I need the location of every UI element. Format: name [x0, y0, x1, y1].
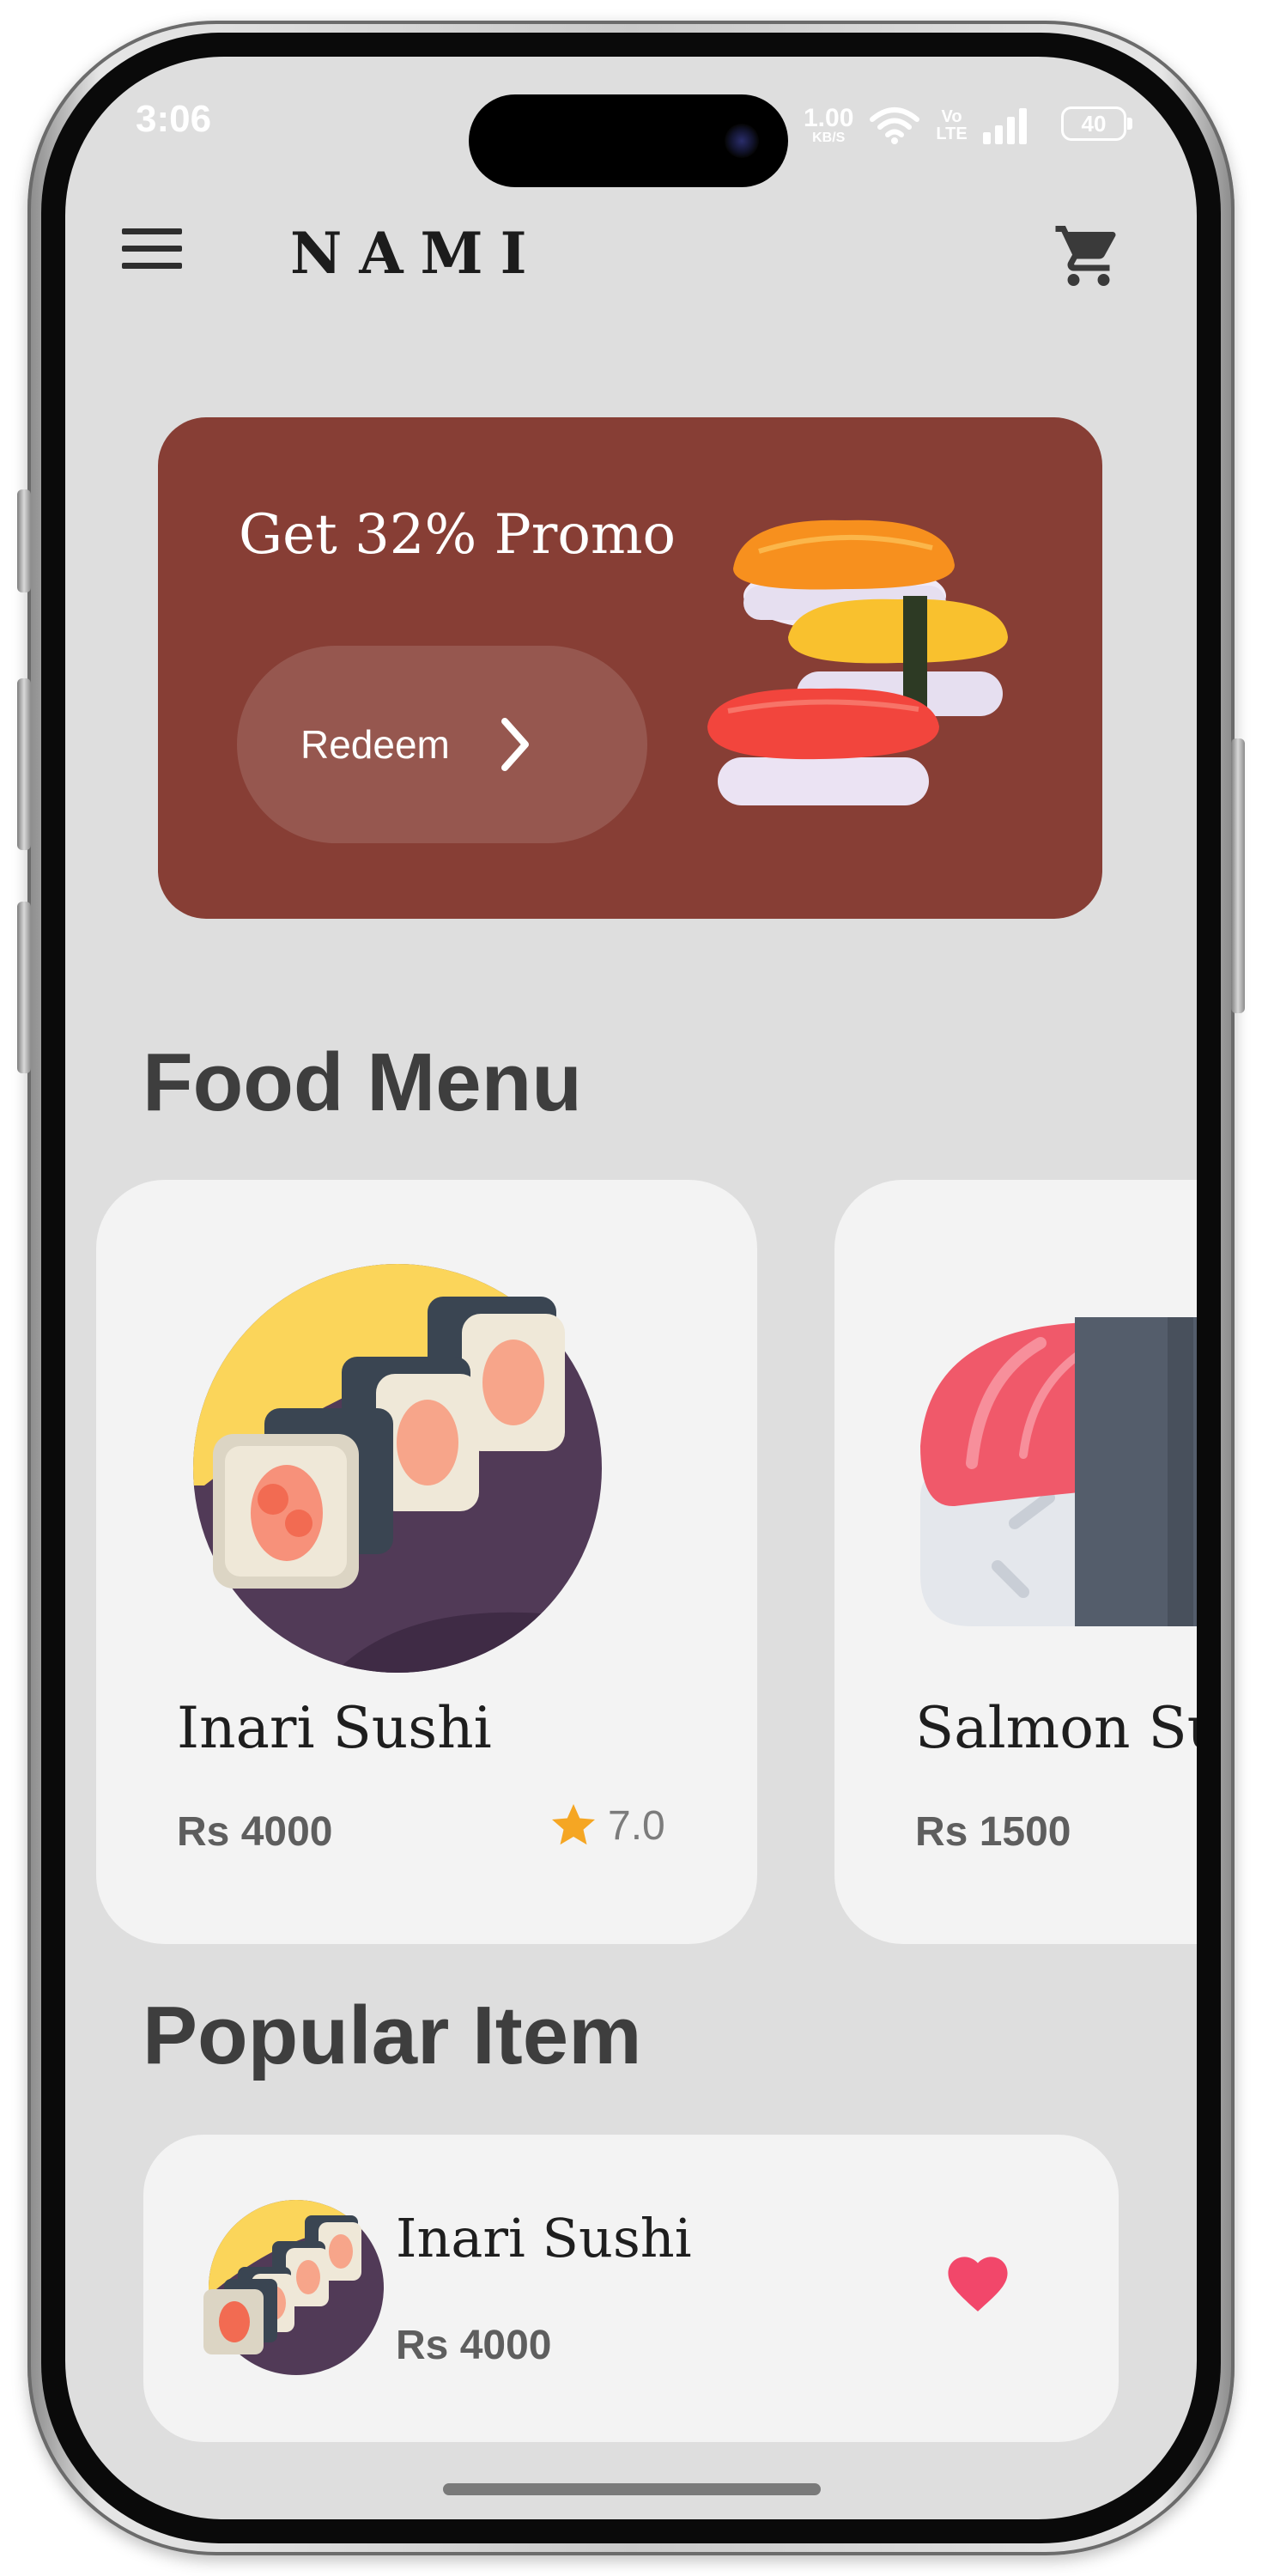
- food-card-price: Rs 4000: [177, 1809, 333, 1855]
- star-icon: [552, 1804, 595, 1845]
- food-card-price: Rs 1500: [915, 1809, 1071, 1855]
- network-speed-unit: KB/S: [812, 131, 846, 145]
- volte-indicator: Vo LTE: [936, 108, 967, 143]
- food-card-inari-sushi[interactable]: Inari Sushi Rs 4000 7.0: [96, 1180, 757, 1944]
- front-camera-icon: [725, 124, 759, 158]
- popular-item-name: Inari Sushi: [396, 2207, 692, 2269]
- rating: 7.0: [548, 1800, 665, 1851]
- action-button: [17, 489, 31, 592]
- promo-banner: Get 32% Promo Redeem: [158, 417, 1102, 919]
- redeem-button[interactable]: Redeem: [237, 646, 647, 843]
- status-time: 3:06: [136, 98, 212, 140]
- status-icons: 1.00 KB/S Vo LTE: [804, 101, 1029, 149]
- volume-up-button: [17, 678, 31, 850]
- volte-top: Vo: [941, 107, 962, 126]
- sushi-roll-image-icon: [193, 1264, 602, 1673]
- signal-icon: [982, 108, 1027, 144]
- popular-item-title: Popular Item: [143, 1990, 642, 2081]
- popular-item-price: Rs 4000: [396, 2323, 552, 2368]
- hamburger-menu-icon[interactable]: [122, 228, 182, 271]
- battery-indicator: 40: [1061, 106, 1132, 141]
- power-button: [1231, 738, 1245, 1013]
- rating-value: 7.0: [608, 1802, 665, 1849]
- food-menu-title: Food Menu: [143, 1036, 582, 1128]
- volte-bottom: LTE: [936, 125, 968, 143]
- chevron-right-icon: [501, 718, 529, 771]
- salmon-nigiri-image-icon: [920, 1317, 1197, 1626]
- network-speed: 1.00 KB/S: [804, 106, 853, 145]
- promo-title: Get 32% Promo: [239, 503, 677, 567]
- volume-down-button: [17, 902, 31, 1073]
- food-card-salmon-sushi[interactable]: Salmon Sushi Rs 1500: [834, 1180, 1197, 1944]
- food-card-name: Inari Sushi: [177, 1695, 492, 1761]
- sushi-illustration-icon: [707, 519, 1008, 805]
- redeem-button-label: Redeem: [300, 722, 450, 767]
- sushi-roll-thumbnail-icon: [203, 2200, 384, 2375]
- shopping-cart-icon[interactable]: [1053, 220, 1125, 292]
- wifi-icon: [870, 107, 920, 144]
- food-card-name: Salmon Sushi: [915, 1695, 1197, 1761]
- app-screen: 3:06 1.00 KB/S Vo LTE 40 NAMI Get 32% Pr…: [65, 57, 1197, 2519]
- home-indicator[interactable]: [443, 2483, 821, 2495]
- brand-logo: NAMI: [290, 220, 544, 287]
- dynamic-island: [469, 94, 788, 187]
- network-speed-value: 1.00: [804, 104, 854, 132]
- heart-icon[interactable]: [942, 2248, 1014, 2313]
- popular-item-inari-sushi[interactable]: Inari Sushi Rs 4000: [143, 2135, 1119, 2442]
